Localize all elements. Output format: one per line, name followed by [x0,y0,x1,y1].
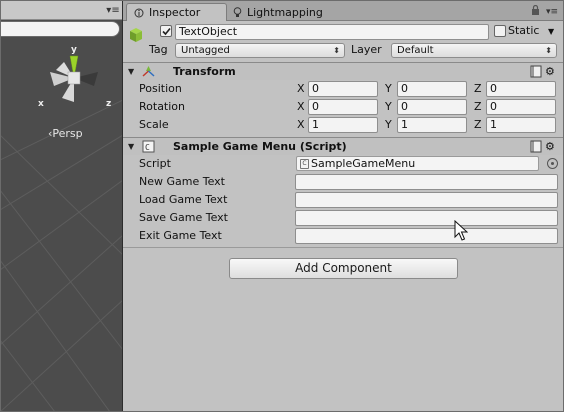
new-game-text-field[interactable] [295,174,558,190]
load-game-text-label: Load Game Text [139,193,228,206]
inspector-panel: Inspector Lightmapping ▾≡ TextObject Sta… [123,0,564,412]
inspector-icon [133,7,145,19]
dropdown-arrows-icon: ⬍ [333,46,340,55]
script-file-icon: C [300,159,309,169]
position-z-field[interactable]: 0 [486,81,556,97]
game-object-icon [130,28,142,42]
rotation-x-field[interactable]: 0 [308,99,378,115]
gizmo-x-label: x [38,99,44,109]
script-component-header[interactable]: ▼ C Sample Game Menu (Script) ⚙ [123,137,564,155]
script-object-field[interactable]: C SampleGameMenu [296,156,539,171]
tab-lightmapping-label: Lightmapping [247,5,323,19]
gizmo-z-label: z [106,99,111,109]
game-object-header: TextObject Static ▼ Tag Untagged ⬍ Layer… [123,21,564,61]
axis-x-label: X [297,82,305,95]
gizmo-y-label: y [71,45,77,55]
scene-search-field[interactable] [0,21,120,37]
axis-x-label: X [297,100,305,113]
transform-title: Transform [173,65,236,78]
static-dropdown-arrow-icon[interactable]: ▼ [548,27,554,36]
script-icon: C [142,140,155,153]
tab-lightmapping[interactable]: Lightmapping [229,3,323,21]
scale-z-field[interactable]: 1 [486,117,556,133]
axis-z-label: Z [474,100,482,113]
rotation-z-field[interactable]: 0 [486,99,556,115]
name-field[interactable]: TextObject [175,24,489,40]
axis-y-label: Y [385,82,392,95]
axis-z-label: Z [474,82,482,95]
exit-game-text-label: Exit Game Text [139,229,222,242]
script-value: SampleGameMenu [311,157,416,170]
scale-y-field[interactable]: 1 [397,117,467,133]
add-component-button[interactable]: Add Component [229,258,458,279]
static-label: Static [508,24,540,37]
scene-orientation-gizmo[interactable]: y x z [26,40,122,112]
foldout-arrow-icon[interactable]: ▼ [128,142,134,151]
projection-label[interactable]: ‹Persp [48,127,83,140]
active-checkbox[interactable] [160,25,172,37]
lock-icon[interactable] [531,4,540,18]
tag-label: Tag [149,43,168,56]
rotation-y-field[interactable]: 0 [397,99,467,115]
save-game-text-label: Save Game Text [139,211,228,224]
axis-y-label: Y [385,118,392,131]
save-game-text-field[interactable] [295,210,558,226]
scale-label: Scale [139,118,169,131]
section-divider [123,247,564,248]
layer-value: Default [397,45,434,56]
position-label: Position [139,82,182,95]
lightbulb-icon [231,6,243,18]
help-book-icon[interactable] [530,140,542,153]
mouse-cursor-icon [454,220,468,241]
axis-y-label: Y [385,100,392,113]
svg-text:C: C [145,143,150,152]
scene-toolbar: ▾≡ [0,0,122,20]
panel-menu-icon[interactable]: ▾≡ [546,7,558,17]
tab-bar: Inspector Lightmapping ▾≡ [123,0,564,21]
position-y-field[interactable]: 0 [397,81,467,97]
panel-menu-icon[interactable]: ▾≡ [106,3,120,17]
object-picker-icon[interactable] [547,158,558,169]
tab-inspector-label: Inspector [149,6,201,19]
tab-inspector[interactable]: Inspector [126,3,227,21]
script-component-title: Sample Game Menu (Script) [173,140,347,153]
gear-icon[interactable]: ⚙ [545,65,558,78]
load-game-text-field[interactable] [295,192,558,208]
axis-z-label: Z [474,118,482,131]
tag-dropdown[interactable]: Untagged ⬍ [175,43,345,58]
axis-x-label: X [297,118,305,131]
transform-header[interactable]: ▼ Transform ⚙ [123,62,564,80]
tag-value: Untagged [181,45,230,56]
layer-label: Layer [351,43,382,56]
position-x-field[interactable]: 0 [308,81,378,97]
help-book-icon[interactable] [530,65,542,78]
new-game-text-label: New Game Text [139,175,225,188]
static-checkbox[interactable] [494,25,506,37]
rotation-label: Rotation [139,100,186,113]
scene-view[interactable]: ▾≡ y x z ‹Persp [0,0,123,412]
dropdown-arrows-icon: ⬍ [545,46,552,55]
exit-game-text-field[interactable] [295,228,558,244]
layer-dropdown[interactable]: Default ⬍ [391,43,557,58]
scale-x-field[interactable]: 1 [308,117,378,133]
foldout-arrow-icon[interactable]: ▼ [128,67,134,76]
transform-icon [142,66,155,77]
gear-icon[interactable]: ⚙ [545,140,558,153]
script-label: Script [139,157,171,170]
